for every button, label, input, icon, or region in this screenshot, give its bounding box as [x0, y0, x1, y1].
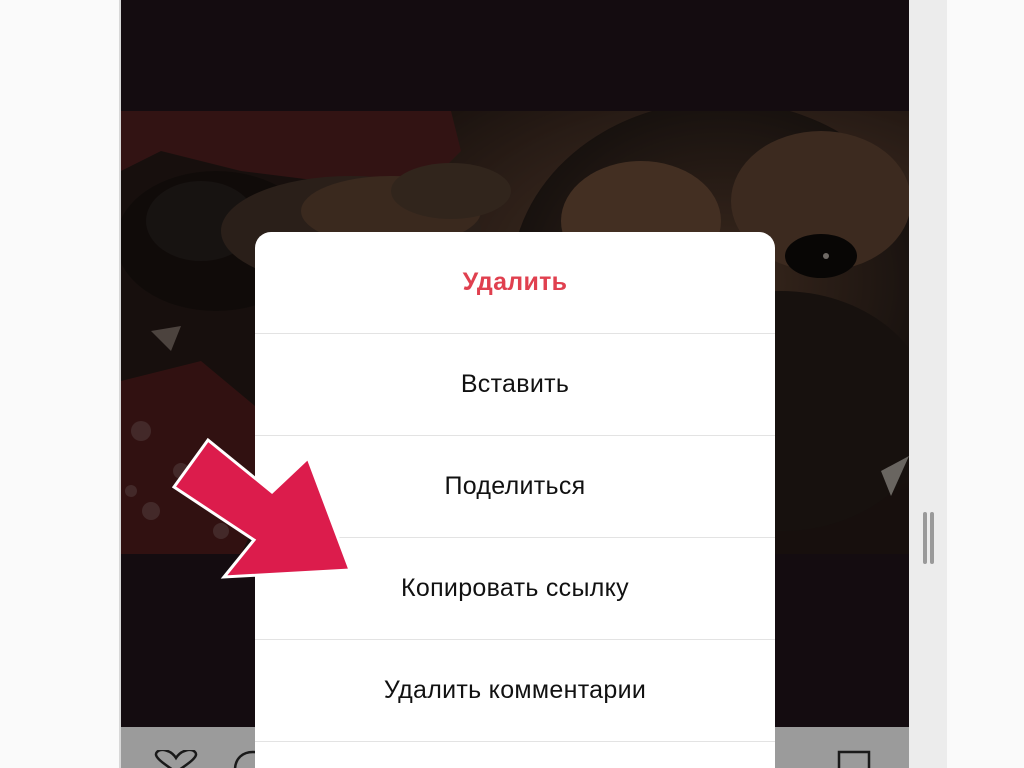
delete-label: Удалить [462, 268, 568, 296]
scroll-gutter [909, 0, 947, 768]
delete-button[interactable]: Удалить [255, 232, 775, 334]
heart-icon[interactable] [151, 750, 201, 768]
embed-label: Вставить [460, 370, 570, 398]
scrollbar-handle[interactable] [922, 512, 936, 564]
copy-link-button[interactable]: Копировать ссылку [255, 538, 775, 640]
share-label: Поделиться [444, 472, 586, 500]
post-options-menu: Удалить Вставить Поделиться Копировать с… [255, 232, 775, 768]
share-button[interactable]: Поделиться [255, 436, 775, 538]
copy-link-label: Копировать ссылку [401, 574, 629, 602]
page: Удалить Вставить Поделиться Копировать с… [0, 0, 1024, 768]
delete-comments-label: Удалить комментарии [383, 676, 647, 704]
embed-button[interactable]: Вставить [255, 334, 775, 436]
bookmark-icon[interactable] [835, 750, 875, 768]
delete-comments-button[interactable]: Удалить комментарии [255, 640, 775, 742]
